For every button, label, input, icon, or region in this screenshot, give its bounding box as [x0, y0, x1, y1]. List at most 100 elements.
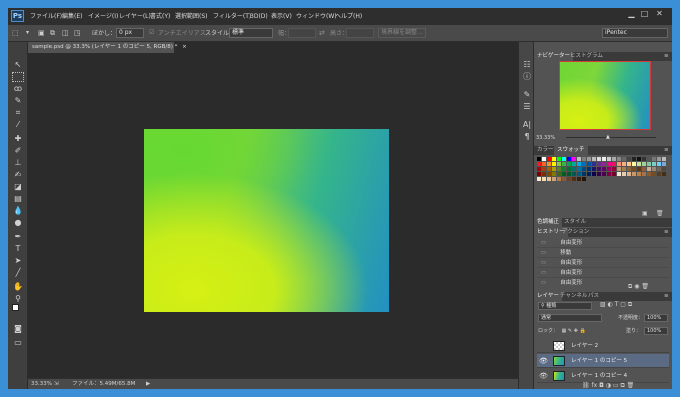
swatch-grid[interactable]: [537, 157, 666, 201]
swap-icon[interactable]: ⇄: [319, 29, 325, 37]
color-swatch[interactable]: [562, 167, 566, 171]
color-swatch[interactable]: [657, 162, 661, 166]
eye-icon[interactable]: 👁: [539, 369, 548, 383]
maximize-icon[interactable]: □: [638, 9, 651, 20]
height-input[interactable]: [346, 28, 374, 38]
color-swatch[interactable]: [557, 167, 561, 171]
color-swatch[interactable]: [547, 162, 551, 166]
layer-row[interactable]: 👁 レイヤー 1 のコピー 4: [537, 369, 669, 383]
navigator-slider-handle[interactable]: ▲: [606, 135, 610, 140]
menu-layer[interactable]: レイヤー(L): [119, 12, 151, 22]
foreground-color-swatch[interactable]: [12, 304, 19, 311]
color-swatch[interactable]: [622, 162, 626, 166]
color-swatch[interactable]: [607, 162, 611, 166]
color-swatch[interactable]: [542, 177, 546, 181]
color-swatch[interactable]: [592, 167, 596, 171]
pen-tool-icon[interactable]: ✒: [12, 232, 24, 242]
color-swatch[interactable]: [597, 172, 601, 176]
color-swatch[interactable]: [592, 157, 596, 161]
quick-mask-icon[interactable]: ◙: [12, 324, 24, 334]
fill-input[interactable]: 100%: [644, 327, 668, 335]
color-swatch[interactable]: [592, 162, 596, 166]
panel-menu-icon[interactable]: ≡: [664, 146, 669, 155]
subtract-selection-icon[interactable]: ◫: [62, 29, 69, 37]
color-swatch[interactable]: [547, 157, 551, 161]
color-swatch[interactable]: [607, 157, 611, 161]
navigator-preview[interactable]: [559, 61, 651, 130]
character-panel-icon[interactable]: A|: [522, 120, 532, 130]
color-swatch[interactable]: [597, 162, 601, 166]
color-swatch[interactable]: [637, 157, 641, 161]
color-swatch[interactable]: [537, 172, 541, 176]
color-swatch[interactable]: [607, 172, 611, 176]
history-item[interactable]: ▭ 自由変形: [537, 258, 669, 268]
color-swatch[interactable]: [622, 167, 626, 171]
color-swatch[interactable]: [542, 172, 546, 176]
color-swatch[interactable]: [652, 162, 656, 166]
color-swatch[interactable]: [602, 157, 606, 161]
status-menu-icon[interactable]: ▶: [146, 379, 150, 389]
color-swatch[interactable]: [652, 172, 656, 176]
color-swatch[interactable]: [662, 172, 666, 176]
color-swatch[interactable]: [572, 157, 576, 161]
menu-window[interactable]: ウィンドウ(W): [296, 12, 337, 22]
move-tool-icon[interactable]: ↖: [12, 60, 24, 70]
tab-actions[interactable]: アクション: [562, 228, 589, 237]
color-swatch[interactable]: [552, 157, 556, 161]
color-swatch[interactable]: [552, 167, 556, 171]
color-swatch[interactable]: [572, 177, 576, 181]
color-swatch[interactable]: [657, 167, 661, 171]
color-swatch[interactable]: [567, 162, 571, 166]
color-swatch[interactable]: [612, 172, 616, 176]
history-item[interactable]: ▭ 自由変形: [537, 278, 669, 286]
color-swatch[interactable]: [542, 157, 546, 161]
add-selection-icon[interactable]: ⧉: [50, 29, 55, 37]
color-swatch[interactable]: [647, 157, 651, 161]
color-swatch[interactable]: [537, 162, 541, 166]
color-swatch[interactable]: [657, 157, 661, 161]
color-swatch[interactable]: [637, 162, 641, 166]
history-item[interactable]: ▭ 自由変形: [537, 238, 669, 248]
color-swatch[interactable]: [622, 172, 626, 176]
color-swatch[interactable]: [582, 162, 586, 166]
new-snapshot-icon[interactable]: ⧉ ◉ 🗑: [628, 283, 649, 291]
crop-tool-icon[interactable]: ⌗: [12, 108, 24, 118]
healing-brush-tool-icon[interactable]: ✚: [12, 134, 24, 144]
color-swatch[interactable]: [652, 167, 656, 171]
panel-menu-icon[interactable]: ≡: [664, 292, 669, 301]
eyedropper-tool-icon[interactable]: ⁄: [12, 120, 24, 130]
layer-row[interactable]: レイヤー 2: [537, 339, 669, 353]
refine-edge-button[interactable]: 境界線を調整...: [378, 28, 426, 38]
color-swatch[interactable]: [587, 172, 591, 176]
history-item[interactable]: ▭ 移動: [537, 248, 669, 258]
color-swatch[interactable]: [662, 162, 666, 166]
color-swatch[interactable]: [627, 162, 631, 166]
feather-input[interactable]: 0 px: [116, 28, 144, 38]
color-swatch[interactable]: [627, 157, 631, 161]
tab-adjustments[interactable]: 色調補正: [534, 218, 563, 227]
color-swatch[interactable]: [602, 162, 606, 166]
menu-image[interactable]: イメージ(I): [88, 12, 118, 22]
color-swatch[interactable]: [547, 167, 551, 171]
color-swatch[interactable]: [642, 157, 646, 161]
color-swatch[interactable]: [562, 177, 566, 181]
workspace-select[interactable]: iPentec: [602, 28, 668, 38]
zoom-tool-icon[interactable]: ⚲: [12, 294, 24, 304]
color-swatch[interactable]: [587, 167, 591, 171]
color-swatch[interactable]: [617, 157, 621, 161]
color-swatch[interactable]: [577, 157, 581, 161]
color-swatch[interactable]: [557, 172, 561, 176]
tab-channels[interactable]: チャンネル: [560, 292, 587, 301]
color-swatch[interactable]: [577, 172, 581, 176]
new-selection-icon[interactable]: ▣: [38, 29, 45, 37]
marquee-preset-icon[interactable]: ⬚: [12, 29, 19, 37]
color-swatch[interactable]: [617, 167, 621, 171]
shape-tool-icon[interactable]: ╱: [12, 268, 24, 278]
color-swatch[interactable]: [572, 162, 576, 166]
color-swatch[interactable]: [537, 177, 541, 181]
tab-color[interactable]: カラー: [537, 146, 554, 155]
color-swatch[interactable]: [632, 162, 636, 166]
color-swatch[interactable]: [632, 157, 636, 161]
zoom-level[interactable]: 33.33%: [31, 379, 52, 389]
tab-navigator[interactable]: ナビゲーター: [534, 52, 574, 61]
